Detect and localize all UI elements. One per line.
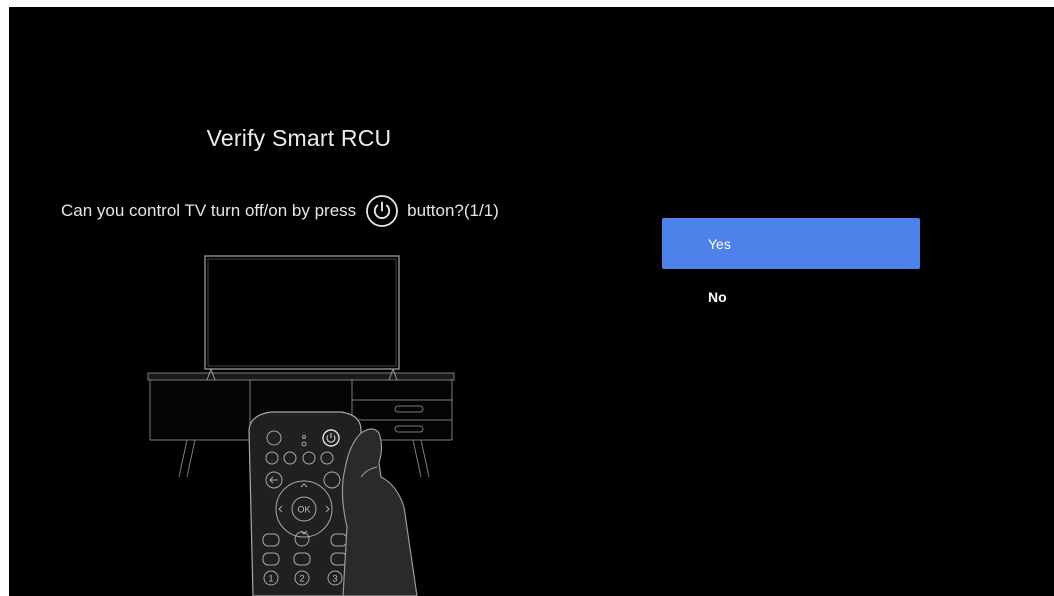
option-yes-label: Yes — [708, 235, 731, 252]
remote-key-1: 1 — [268, 574, 273, 584]
option-yes[interactable]: Yes — [662, 218, 920, 269]
tv-set — [204, 255, 400, 381]
remote-ok-label: OK — [297, 505, 310, 515]
hand-illustration — [341, 428, 418, 596]
option-no-label: No — [708, 288, 727, 305]
remote-key-3: 3 — [332, 574, 337, 584]
verify-rcu-screen: Verify Smart RCU Can you control TV turn… — [9, 7, 1054, 596]
option-no[interactable]: No — [662, 271, 920, 322]
remote-key-2: 2 — [299, 574, 304, 584]
